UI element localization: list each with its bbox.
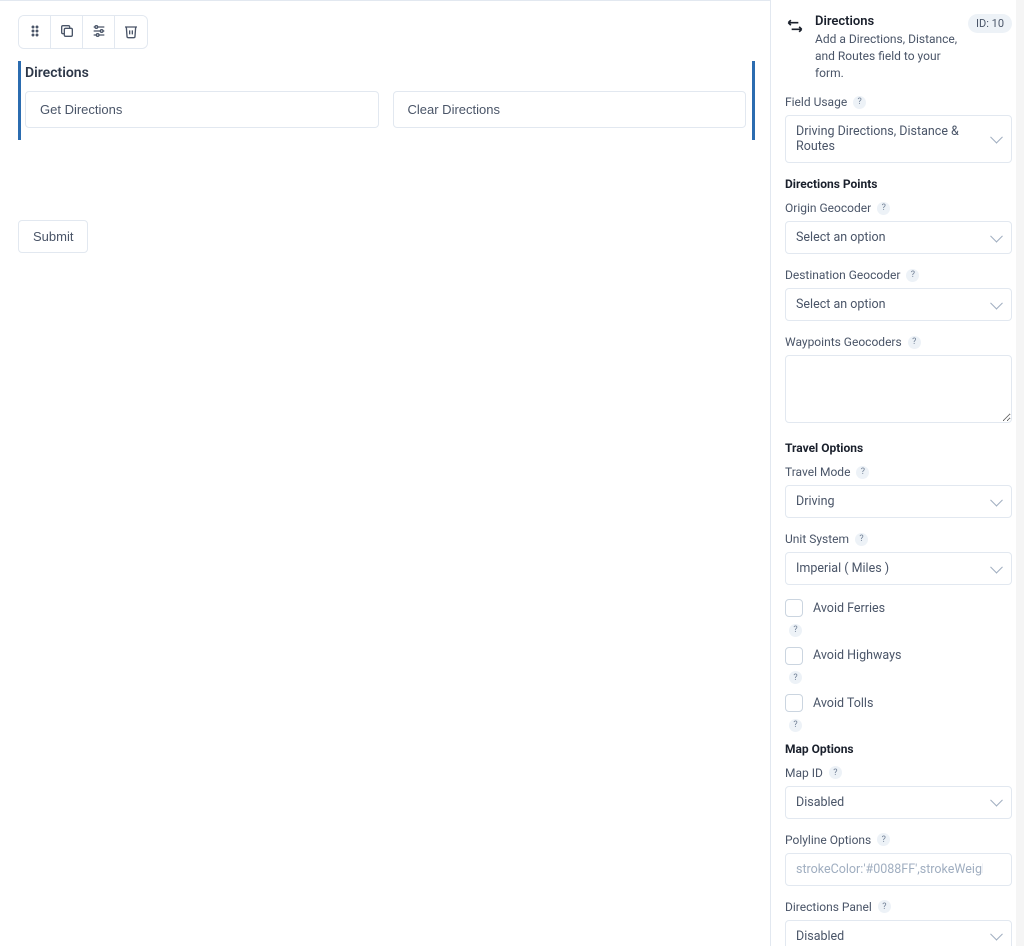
directions-points-section: Directions Points [785, 177, 1012, 191]
sliders-icon [91, 23, 107, 42]
avoid-ferries-group: Avoid Ferries ? [785, 599, 1012, 637]
travel-mode-value: Driving [796, 494, 835, 509]
destination-geocoder-group: Destination Geocoder ? Select an option [785, 268, 1012, 321]
help-icon[interactable]: ? [878, 900, 891, 913]
avoid-tolls-group: Avoid Tolls ? [785, 694, 1012, 732]
map-id-label: Map ID [785, 766, 823, 780]
origin-geocoder-select[interactable]: Select an option [785, 221, 1012, 254]
field-usage-value: Driving Directions, Distance & Routes [796, 124, 983, 154]
polyline-options-label: Polyline Options [785, 833, 871, 847]
avoid-highways-group: Avoid Highways ? [785, 647, 1012, 685]
unit-system-value: Imperial ( Miles ) [796, 561, 889, 576]
help-icon[interactable]: ? [829, 766, 842, 779]
avoid-ferries-checkbox[interactable] [785, 599, 803, 617]
sidebar-description: Add a Directions, Distance, and Routes f… [815, 31, 958, 81]
help-icon[interactable]: ? [908, 336, 921, 349]
help-icon[interactable]: ? [877, 202, 890, 215]
avoid-ferries-label: Avoid Ferries [813, 601, 885, 616]
help-icon[interactable]: ? [789, 624, 802, 637]
polyline-options-group: Polyline Options ? [785, 833, 1012, 886]
drag-icon [27, 23, 43, 42]
settings-button[interactable] [83, 16, 115, 48]
help-icon[interactable]: ? [853, 96, 866, 109]
avoid-highways-checkbox[interactable] [785, 647, 803, 665]
help-icon[interactable]: ? [877, 833, 890, 846]
scrollbar-track[interactable] [1016, 0, 1024, 946]
directions-panel-select[interactable]: Disabled [785, 920, 1012, 946]
directions-panel-value: Disabled [796, 929, 844, 944]
form-canvas: Directions Get Directions Clear Directio… [0, 0, 770, 946]
submit-row: Submit [18, 220, 770, 253]
destination-geocoder-select[interactable]: Select an option [785, 288, 1012, 321]
avoid-tolls-label: Avoid Tolls [813, 696, 873, 711]
map-id-group: Map ID ? Disabled [785, 766, 1012, 819]
waypoints-geocoders-group: Waypoints Geocoders ? [785, 335, 1012, 427]
waypoints-geocoders-textarea[interactable] [785, 355, 1012, 423]
help-icon[interactable]: ? [855, 533, 868, 546]
delete-button[interactable] [115, 16, 147, 48]
unit-system-group: Unit System ? Imperial ( Miles ) [785, 532, 1012, 585]
help-icon[interactable]: ? [856, 466, 869, 479]
travel-mode-label: Travel Mode [785, 465, 850, 479]
destination-geocoder-label: Destination Geocoder [785, 268, 900, 282]
properties-sidebar: Directions Add a Directions, Distance, a… [770, 0, 1024, 946]
sidebar-header: Directions Add a Directions, Distance, a… [785, 14, 1012, 81]
field-usage-select[interactable]: Driving Directions, Distance & Routes [785, 115, 1012, 163]
unit-system-select[interactable]: Imperial ( Miles ) [785, 552, 1012, 585]
map-id-value: Disabled [796, 795, 844, 810]
origin-geocoder-group: Origin Geocoder ? Select an option [785, 201, 1012, 254]
travel-options-section: Travel Options [785, 441, 1012, 455]
directions-icon [785, 16, 805, 36]
unit-system-label: Unit System [785, 532, 849, 546]
destination-geocoder-value: Select an option [796, 297, 886, 312]
field-toolbar [18, 15, 770, 49]
duplicate-button[interactable] [51, 16, 83, 48]
clear-directions-button[interactable]: Clear Directions [393, 91, 747, 128]
directions-panel-label: Directions Panel [785, 900, 872, 914]
sidebar-title: Directions [815, 14, 958, 29]
trash-icon [123, 23, 139, 42]
map-id-select[interactable]: Disabled [785, 786, 1012, 819]
help-icon[interactable]: ? [906, 269, 919, 282]
field-label: Directions [21, 65, 752, 91]
avoid-highways-label: Avoid Highways [813, 648, 901, 663]
field-id-badge: ID: 10 [968, 14, 1012, 33]
duplicate-icon [59, 23, 75, 42]
submit-button[interactable]: Submit [18, 220, 88, 253]
waypoints-geocoders-label: Waypoints Geocoders [785, 335, 902, 349]
help-icon[interactable]: ? [789, 719, 802, 732]
get-directions-button[interactable]: Get Directions [25, 91, 379, 128]
origin-geocoder-value: Select an option [796, 230, 886, 245]
field-usage-label: Field Usage [785, 95, 847, 109]
map-options-section: Map Options [785, 742, 1012, 756]
travel-mode-select[interactable]: Driving [785, 485, 1012, 518]
origin-geocoder-label: Origin Geocoder [785, 201, 871, 215]
field-usage-group: Field Usage ? Driving Directions, Distan… [785, 95, 1012, 163]
avoid-tolls-checkbox[interactable] [785, 694, 803, 712]
drag-handle-button[interactable] [19, 16, 51, 48]
travel-mode-group: Travel Mode ? Driving [785, 465, 1012, 518]
directions-field-block[interactable]: Directions Get Directions Clear Directio… [18, 61, 752, 140]
field-buttons-row: Get Directions Clear Directions [21, 91, 752, 140]
polyline-options-input[interactable] [785, 853, 1012, 886]
help-icon[interactable]: ? [789, 671, 802, 684]
toolbar-group [18, 15, 148, 49]
directions-panel-group: Directions Panel ? Disabled [785, 900, 1012, 946]
